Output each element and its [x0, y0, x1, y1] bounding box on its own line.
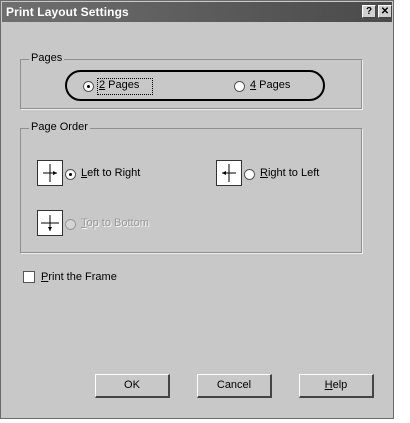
left-to-right-icon: [37, 160, 63, 186]
print-layout-settings-dialog: Print Layout Settings ? ✕ Pages 2 Pages …: [0, 0, 394, 419]
window-title: Print Layout Settings: [6, 5, 129, 19]
help-titlebar-button[interactable]: ?: [362, 5, 376, 18]
print-frame-label[interactable]: Print the Frame: [41, 271, 117, 283]
cancel-button[interactable]: Cancel: [197, 374, 272, 398]
print-frame-checkbox[interactable]: [23, 271, 35, 283]
right-to-left-icon: [216, 160, 242, 186]
label-left-to-right[interactable]: Left to Right: [81, 167, 140, 179]
radio-4-pages[interactable]: [234, 81, 245, 92]
radio-top-to-bottom[interactable]: [65, 219, 76, 230]
label-2-pages-rest: Pages: [105, 79, 140, 91]
radio-right-to-left[interactable]: [244, 169, 255, 180]
radio-left-to-right[interactable]: [65, 169, 76, 180]
top-to-bottom-icon: [37, 210, 63, 236]
label-top-to-bottom-rest: op to Bottom: [86, 217, 149, 229]
label-top-to-bottom: Top to Bottom: [81, 217, 149, 229]
print-frame-label-rest: rint the Frame: [48, 271, 117, 283]
pages-legend: Pages: [29, 52, 65, 64]
close-icon[interactable]: ✕: [378, 5, 392, 18]
page-order-group: Page Order: [20, 121, 362, 253]
mnemonic-r: R: [260, 167, 268, 179]
label-right-to-left[interactable]: Right to Left: [260, 167, 319, 179]
label-2-pages[interactable]: 2 Pages: [99, 79, 139, 91]
mnemonic-h: H: [324, 379, 333, 391]
ok-button[interactable]: OK: [95, 374, 170, 398]
help-button-rest: elp: [332, 379, 348, 391]
label-left-to-right-rest: eft to Right: [87, 167, 141, 179]
label-right-to-left-rest: ight to Left: [267, 167, 320, 179]
label-4-pages[interactable]: 4 Pages: [250, 79, 290, 91]
label-4-pages-rest: Pages: [256, 79, 291, 91]
radio-2-pages[interactable]: [83, 81, 94, 92]
page-order-legend: Page Order: [29, 121, 90, 133]
title-bar[interactable]: Print Layout Settings ? ✕: [2, 2, 392, 22]
help-button[interactable]: Help: [299, 374, 374, 398]
